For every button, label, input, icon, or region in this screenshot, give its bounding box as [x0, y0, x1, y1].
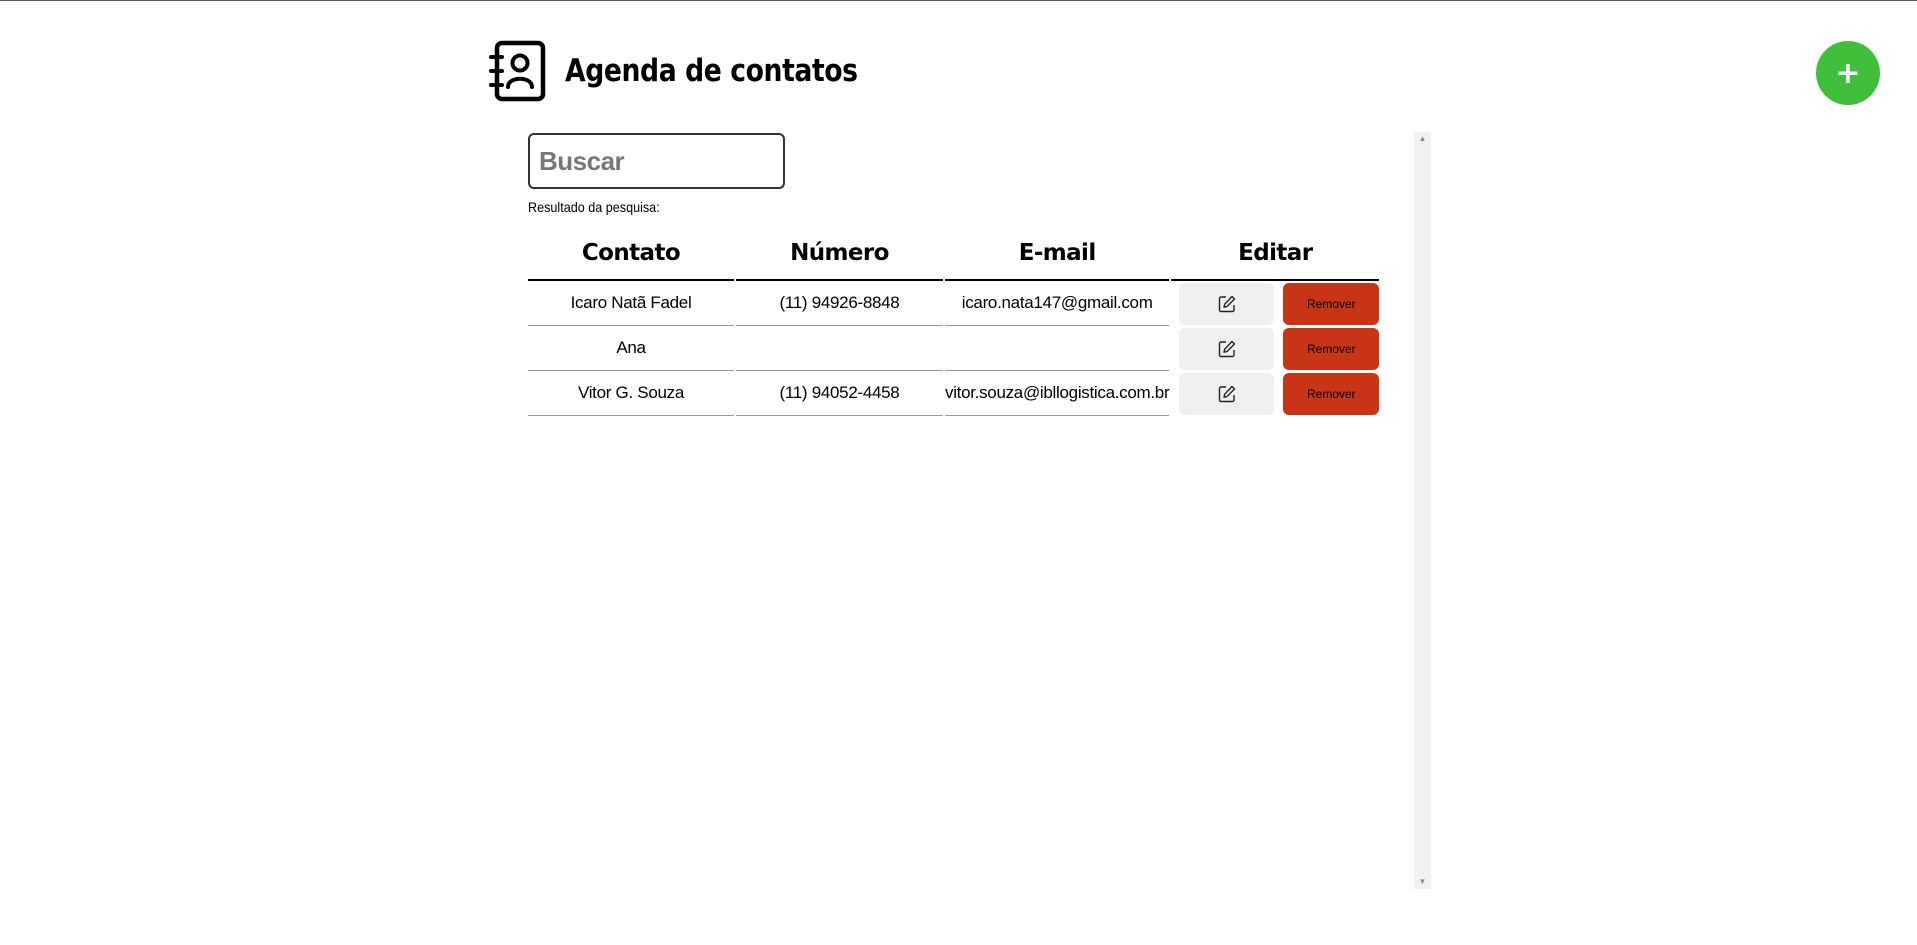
- remove-button[interactable]: Remover: [1283, 327, 1380, 370]
- edit-button[interactable]: [1179, 282, 1275, 325]
- add-contact-button[interactable]: +: [1816, 41, 1880, 105]
- scroll-up-arrow-icon[interactable]: ▲: [1414, 132, 1431, 146]
- contacts-table: Contato Número E-mail Editar Icaro Natã …: [526, 227, 1381, 416]
- page-header: Agenda de contatos: [489, 40, 905, 102]
- address-book-icon: [489, 40, 547, 102]
- contact-email: [945, 326, 1170, 371]
- contact-number: [736, 326, 943, 371]
- table-row: Ana Remover: [528, 326, 1380, 371]
- table-row: Icaro Natã Fadel (11) 94926-8848 icaro.n…: [528, 281, 1380, 326]
- remove-button[interactable]: Remover: [1283, 372, 1380, 415]
- contact-name: Icaro Natã Fadel: [528, 281, 734, 326]
- row-actions: Remover: [1171, 326, 1380, 371]
- contact-email: vitor.souza@ibllogistica.com.br: [945, 371, 1170, 416]
- table-header-row: Contato Número E-mail Editar: [528, 227, 1380, 281]
- contact-number: (11) 94926-8848: [736, 281, 943, 326]
- search-input[interactable]: [528, 133, 785, 189]
- remove-button[interactable]: Remover: [1283, 282, 1380, 325]
- edit-icon: [1218, 385, 1236, 402]
- edit-icon: [1218, 295, 1236, 312]
- edit-icon: [1218, 340, 1236, 357]
- header-contato: Contato: [528, 227, 734, 281]
- row-actions: Remover: [1171, 371, 1380, 416]
- contacts-panel: Resultado da pesquisa: Contato Número E-…: [528, 132, 1431, 889]
- results-label: Resultado da pesquisa:: [528, 199, 660, 215]
- edit-button[interactable]: [1179, 327, 1275, 370]
- page-title: Agenda de contatos: [565, 53, 858, 89]
- edit-button[interactable]: [1179, 372, 1275, 415]
- header-email: E-mail: [945, 227, 1170, 281]
- contact-name: Vitor G. Souza: [528, 371, 734, 416]
- top-border: [0, 0, 1917, 1]
- scroll-down-arrow-icon[interactable]: ▼: [1414, 875, 1431, 889]
- header-editar: Editar: [1171, 227, 1380, 281]
- header-numero: Número: [736, 227, 943, 281]
- table-row: Vitor G. Souza (11) 94052-4458 vitor.sou…: [528, 371, 1380, 416]
- row-actions: Remover: [1171, 281, 1380, 326]
- scrollbar[interactable]: ▲ ▼: [1414, 132, 1431, 889]
- contact-name: Ana: [528, 326, 734, 371]
- contact-number: (11) 94052-4458: [736, 371, 943, 416]
- contact-email: icaro.nata147@gmail.com: [945, 281, 1170, 326]
